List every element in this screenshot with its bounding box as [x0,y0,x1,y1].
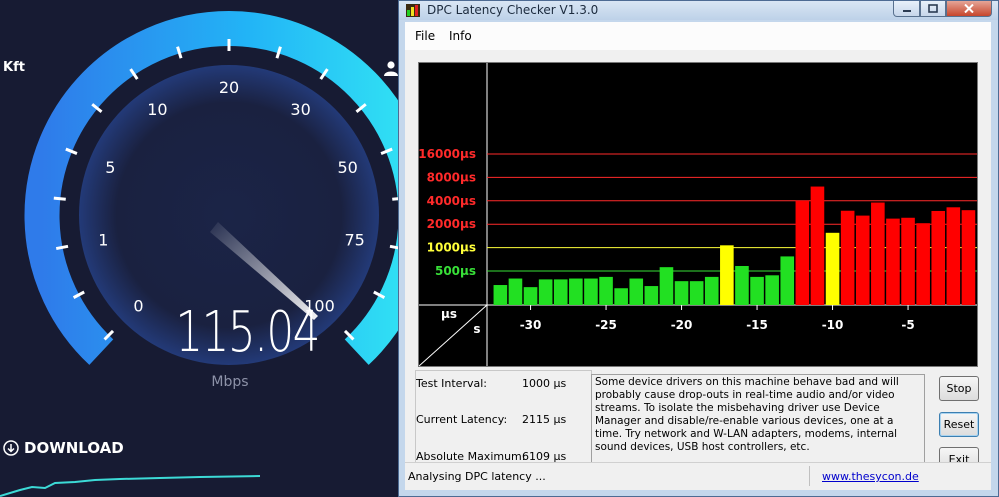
latency-bar [614,288,628,305]
info-panel: Test Interval: 1000 µs Current Latency: … [415,370,592,472]
gauge-label: 50 [337,158,357,177]
y-tick-label: 500µs [435,264,476,278]
minimize-button[interactable] [893,1,920,17]
minimize-icon [902,9,911,12]
latency-bar [916,223,930,305]
x-tick-label: -25 [595,318,617,332]
latency-bar [569,278,583,305]
speed-unit: Mbps [211,374,249,390]
latency-bar [780,256,795,305]
latency-bar [871,202,885,305]
latency-bar [750,276,764,305]
latency-bar [765,275,779,305]
maximize-button[interactable] [920,1,946,17]
latency-bar [901,217,915,305]
current-latency-value: 2115 µs [522,413,567,426]
latency-bar [855,215,870,305]
latency-bar [659,267,674,305]
x-tick-label: -5 [901,318,914,332]
download-speed-graph [0,475,261,497]
latency-bar [720,245,734,305]
gauge-label: 1 [98,230,108,249]
status-bar: Analysing DPC latency ... www.thesycon.d… [405,462,991,489]
menu-bar: File Info [405,22,991,50]
latency-bar [584,278,598,305]
latency-bar [840,210,855,305]
latency-bar [795,200,810,305]
latency-chart: 16000µs 8000µs 4000µs 2000µs 1000µs 500µs -30 -… [418,62,978,367]
latency-bar [704,276,719,305]
x-tick-label: -15 [746,318,768,332]
stop-button[interactable]: Stop [939,376,979,401]
x-tick-label: -20 [671,318,693,332]
title-bar[interactable]: DPC Latency Checker V1.3.0 [399,1,998,20]
menu-info[interactable]: Info [449,29,472,43]
latency-bar [553,279,568,305]
y-tick-label: 2000µs [427,217,476,231]
latency-bar [629,278,644,305]
status-text: Analysing DPC latency ... [408,470,546,483]
latency-bar [599,276,613,305]
current-latency-label: Current Latency: [416,413,508,426]
status-separator [809,466,810,486]
latency-bar [689,281,704,305]
download-label: DOWNLOAD [24,439,124,457]
gauge-label: 30 [290,100,310,119]
latency-bar [735,265,749,305]
gauge-label: 5 [105,158,115,177]
window-title: DPC Latency Checker V1.3.0 [427,3,599,17]
latency-bar [523,287,538,305]
menu-file[interactable]: File [415,29,435,43]
download-arrow-icon [3,440,19,456]
latency-bar [493,285,508,305]
close-icon [964,4,974,13]
dpc-latency-window: DPC Latency Checker V1.3.0 File Info 160… [398,0,999,497]
gauge-tick [53,196,66,201]
latency-bar [886,218,900,305]
latency-bar [961,210,976,305]
speed-value: 115.04 [175,300,320,365]
latency-bar [825,232,840,305]
download-heading: DOWNLOAD [3,439,124,457]
y-tick-label: 16000µs [419,147,476,161]
corner-label-s: s [473,322,480,336]
gauge-label: 10 [147,100,167,119]
gauge-label: 20 [219,78,239,97]
x-tick-label: -30 [520,318,542,332]
latency-bar [538,279,553,305]
app-icon [406,4,420,17]
client-area: File Info 16000µs 8000µs 4000µs 2000µs 1000µ… [405,22,991,490]
latency-bar [946,207,961,305]
window-controls [893,1,992,17]
corner-label-us: µs [441,307,457,321]
latency-chart-svg: 16000µs 8000µs 4000µs 2000µs 1000µs 500µs -30 -… [419,63,977,366]
latency-bar [644,286,659,305]
test-interval-value: 1000 µs [522,377,567,390]
gauge-label: 75 [344,230,364,249]
website-link[interactable]: www.thesycon.de [822,470,919,483]
y-tick-label: 1000µs [427,241,476,255]
reset-button[interactable]: Reset [939,412,979,437]
x-tick-label: -10 [822,318,844,332]
latency-bar [508,278,523,305]
gauge-label: 0 [133,297,143,316]
maximize-icon [928,4,938,13]
close-button[interactable] [946,1,992,17]
y-tick-label: 4000µs [427,194,476,208]
test-interval-label: Test Interval: [416,377,487,390]
description-text: Some device drivers on this machine beha… [591,374,925,471]
latency-bar [674,281,689,305]
y-tick-label: 8000µs [427,170,476,184]
latency-bar [810,186,825,305]
latency-bar [931,210,946,305]
